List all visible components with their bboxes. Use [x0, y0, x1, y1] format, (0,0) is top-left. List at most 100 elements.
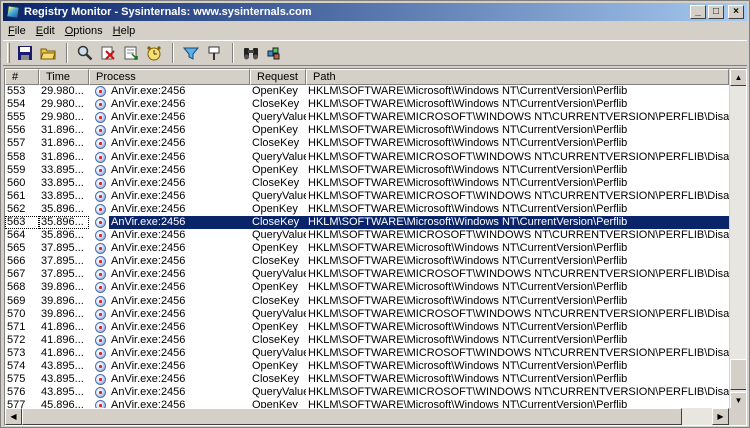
- cell-number: 553: [7, 85, 26, 98]
- maximize-icon: □: [712, 6, 720, 17]
- cell-request: CloseKey: [252, 373, 300, 386]
- table-row[interactable]: 575 43.895... AnVir.exe:2456 CloseKey HKLM\S…: [5, 373, 729, 386]
- table-row[interactable]: 567 37.895... AnVir.exe:2456 QueryValue HKLM…: [5, 268, 729, 281]
- menu-help[interactable]: Help: [108, 23, 141, 39]
- cell-time: 41.896...: [41, 320, 84, 333]
- horizontal-scrollbar[interactable]: ◀ ▶: [5, 408, 729, 425]
- highlight-button[interactable]: [203, 42, 225, 64]
- title-bar[interactable]: Registry Monitor - Sysinternals: www.sys…: [3, 3, 747, 21]
- horizontal-scroll-thumb[interactable]: [22, 408, 682, 425]
- cell-process: AnVir.exe:2456: [111, 307, 186, 320]
- process-icon: [94, 151, 106, 163]
- process-icon-cell: [89, 282, 109, 294]
- table-row[interactable]: 569 39.896... AnVir.exe:2456 CloseKey HKLM\S…: [5, 295, 729, 308]
- column-header-number[interactable]: #: [5, 69, 39, 85]
- cell-path: HKLM\SOFTWARE\Microsoft\Windows NT\Curre…: [308, 242, 628, 255]
- menu-edit[interactable]: Edit: [31, 23, 60, 39]
- table-row[interactable]: 555 29.980... AnVir.exe:2456 QueryValue HKLM…: [5, 111, 729, 124]
- capture-button[interactable]: [74, 42, 96, 64]
- cell-number: 560: [7, 176, 26, 189]
- open-button[interactable]: [37, 42, 59, 64]
- scroll-down-button[interactable]: ▼: [730, 392, 746, 409]
- cell-path: HKLM\SOFTWARE\Microsoft\Windows NT\Curre…: [308, 281, 628, 294]
- vertical-scrollbar[interactable]: ▲ ▼: [729, 69, 746, 409]
- cell-path: HKLM\SOFTWARE\MICROSOFT\WINDOWS NT\CURRE…: [308, 111, 729, 124]
- table-row[interactable]: 557 31.896... AnVir.exe:2456 CloseKey HKLM\S…: [5, 137, 729, 150]
- cell-process: AnVir.exe:2456: [109, 215, 250, 229]
- column-header-path[interactable]: Path: [306, 69, 729, 85]
- scroll-left-button[interactable]: ◀: [5, 408, 22, 425]
- process-icon: [94, 216, 106, 228]
- cell-number: 568: [7, 281, 26, 294]
- minimize-button[interactable]: _: [690, 5, 706, 19]
- minimize-icon: _: [695, 6, 701, 17]
- table-row[interactable]: 554 29.980... AnVir.exe:2456 CloseKey HKLM\S…: [5, 98, 729, 111]
- close-button[interactable]: ×: [728, 5, 744, 19]
- cell-path: HKLM\SOFTWARE\Microsoft\Windows NT\Curre…: [308, 320, 628, 333]
- table-row[interactable]: 566 37.895... AnVir.exe:2456 CloseKey HKLM\S…: [5, 255, 729, 268]
- table-row[interactable]: 560 33.895... AnVir.exe:2456 CloseKey HKLM\S…: [5, 177, 729, 190]
- process-icon-cell: [89, 269, 109, 281]
- column-header-request[interactable]: Request: [250, 69, 306, 85]
- time-format-button[interactable]: [143, 42, 165, 64]
- cell-process: AnVir.exe:2456: [111, 320, 186, 333]
- table-row[interactable]: 568 39.896... AnVir.exe:2456 OpenKey HKLM\SO…: [5, 281, 729, 294]
- table-row[interactable]: 563 35.896... AnVir.exe:2456 CloseKey HKLM\S…: [5, 215, 729, 229]
- cell-time: 31.896...: [41, 150, 84, 163]
- cell-time: 37.895...: [41, 242, 84, 255]
- cell-path: HKLM\SOFTWARE\Microsoft\Windows NT\Curre…: [308, 255, 628, 268]
- column-header-process[interactable]: Process: [89, 69, 250, 85]
- registry-events-list[interactable]: # Time Process Request Path 553 29.980...…: [4, 68, 747, 426]
- highlight-icon: [208, 46, 220, 60]
- cell-number: 565: [7, 242, 26, 255]
- table-row[interactable]: 576 43.895... AnVir.exe:2456 QueryValue HKLM…: [5, 386, 729, 399]
- cell-number: 572: [7, 333, 26, 346]
- table-row[interactable]: 572 41.896... AnVir.exe:2456 CloseKey HKLM\S…: [5, 334, 729, 347]
- cell-time: 39.896...: [41, 307, 84, 320]
- cell-number: 556: [7, 124, 26, 137]
- table-row[interactable]: 565 37.895... AnVir.exe:2456 OpenKey HKLM\SO…: [5, 242, 729, 255]
- process-icon: [94, 138, 106, 150]
- scroll-up-button[interactable]: ▲: [730, 69, 746, 86]
- table-row[interactable]: 573 41.896... AnVir.exe:2456 QueryValue HKLM…: [5, 347, 729, 360]
- table-row[interactable]: 559 33.895... AnVir.exe:2456 OpenKey HKLM\SO…: [5, 164, 729, 177]
- find-button[interactable]: [240, 42, 262, 64]
- maximize-button[interactable]: □: [708, 5, 724, 19]
- process-icon: [94, 177, 106, 189]
- menu-file[interactable]: File: [3, 23, 31, 39]
- table-row[interactable]: 562 35.896... AnVir.exe:2456 OpenKey HKLM\SO…: [5, 203, 729, 216]
- process-icon-cell: [89, 295, 109, 307]
- autoscroll-button[interactable]: [120, 42, 142, 64]
- process-icon-cell: [89, 203, 109, 215]
- scroll-right-button[interactable]: ▶: [712, 408, 729, 425]
- column-header-time[interactable]: Time: [39, 69, 89, 85]
- save-button[interactable]: [14, 42, 36, 64]
- cell-process: AnVir.exe:2456: [111, 229, 186, 242]
- cell-number: 563: [5, 215, 39, 229]
- cell-request: CloseKey: [252, 137, 300, 150]
- filter-button[interactable]: [180, 42, 202, 64]
- table-row[interactable]: 571 41.896... AnVir.exe:2456 OpenKey HKLM\SO…: [5, 321, 729, 334]
- vertical-scroll-thumb[interactable]: [730, 359, 746, 390]
- cell-request: QueryValue: [252, 268, 306, 281]
- cell-process: AnVir.exe:2456: [111, 124, 186, 137]
- cell-number: 571: [7, 320, 26, 333]
- cell-process: AnVir.exe:2456: [111, 333, 186, 346]
- menu-options[interactable]: Options: [60, 23, 108, 39]
- cell-request: OpenKey: [252, 320, 298, 333]
- cell-time: 33.895...: [41, 189, 84, 202]
- clear-button[interactable]: [97, 42, 119, 64]
- table-row[interactable]: 553 29.980... AnVir.exe:2456 OpenKey HKLM\SO…: [5, 85, 729, 98]
- toolbar-grip[interactable]: [7, 43, 10, 63]
- process-icon: [94, 243, 106, 255]
- table-row[interactable]: 570 39.896... AnVir.exe:2456 QueryValue HKLM…: [5, 308, 729, 321]
- table-row[interactable]: 561 33.895... AnVir.exe:2456 QueryValue HKLM…: [5, 190, 729, 203]
- table-row[interactable]: 564 35.896... AnVir.exe:2456 QueryValue HKLM…: [5, 229, 729, 242]
- table-row[interactable]: 558 31.896... AnVir.exe:2456 QueryValue HKLM…: [5, 150, 729, 163]
- table-row[interactable]: 556 31.896... AnVir.exe:2456 OpenKey HKLM\SO…: [5, 124, 729, 137]
- cell-number: 566: [7, 255, 26, 268]
- cell-request: QueryValue: [252, 386, 306, 399]
- regedit-jump-button[interactable]: [263, 42, 285, 64]
- table-row[interactable]: 574 43.895... AnVir.exe:2456 OpenKey HKLM\SO…: [5, 360, 729, 373]
- arrow-down-icon: ▼: [734, 396, 743, 405]
